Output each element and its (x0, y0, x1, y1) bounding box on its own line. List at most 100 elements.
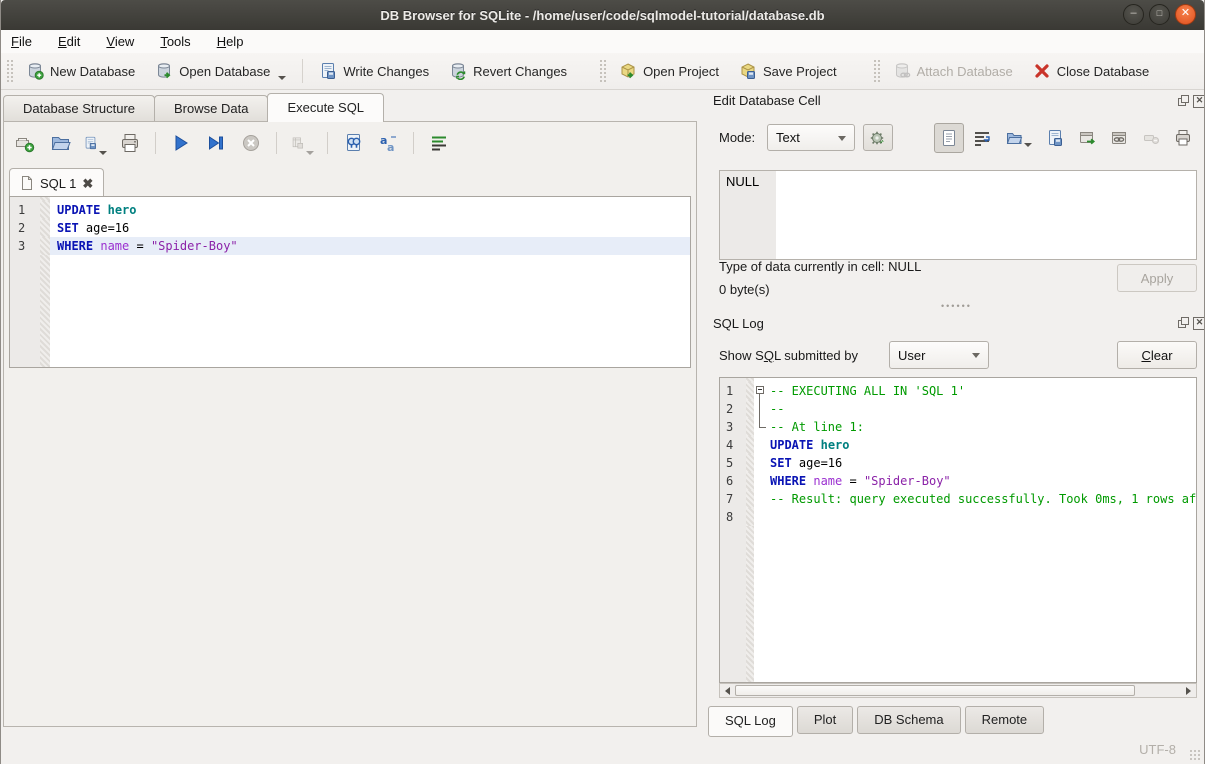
database-attach-icon (893, 62, 911, 80)
sql-log-filter-label: Show SQL submitted by (719, 348, 858, 363)
stop-icon[interactable] (239, 131, 263, 155)
attach-database-button[interactable]: Attach Database (883, 57, 1023, 85)
apply-settings-button[interactable] (863, 124, 893, 151)
close-tab-icon[interactable]: ✖ (82, 177, 93, 190)
sql-document-tab[interactable]: SQL 1 ✖ (9, 168, 104, 197)
tab-database-structure[interactable]: Database Structure (3, 95, 155, 122)
edit-cell-dock-title: Edit Database Cell (713, 93, 821, 108)
revert-changes-button[interactable]: Revert Changes (439, 57, 577, 85)
new-database-button[interactable]: New Database (16, 57, 145, 85)
dock-close-icon[interactable]: ✕ (1193, 317, 1205, 330)
find-replace-icon[interactable] (341, 131, 365, 155)
clear-log-button[interactable]: Clear (1117, 341, 1197, 369)
menu-help[interactable]: Help (217, 34, 244, 49)
text-view-toggle[interactable] (934, 123, 964, 153)
toolbar-separator (276, 132, 277, 154)
minimize-icon[interactable]: – (1123, 4, 1144, 25)
main-toolbar: New Database Open Database Write Changes… (1, 53, 1204, 90)
print-icon[interactable] (118, 131, 142, 155)
clear-cell-icon (1142, 129, 1160, 147)
project-save-icon (739, 62, 757, 80)
chevron-down-icon[interactable] (1024, 143, 1032, 147)
cell-value-editor[interactable]: NULL (719, 170, 1197, 260)
dock-splitter-handle[interactable]: •••••• (941, 303, 972, 309)
sql-log-hscrollbar[interactable] (719, 683, 1197, 698)
code-token: -- At line 1: (770, 420, 864, 434)
link-icon[interactable] (1110, 129, 1128, 147)
mode-select[interactable]: Text (767, 124, 855, 151)
maximize-icon[interactable]: □ (1149, 4, 1170, 25)
scroll-right-icon[interactable] (1181, 684, 1196, 697)
sql-editor[interactable]: 1UPDATE hero 2SET age=16 3WHERE name = "… (9, 196, 691, 368)
chevron-down-icon[interactable] (99, 151, 107, 155)
new-sql-tab-icon[interactable] (13, 131, 37, 155)
chevron-down-icon[interactable] (278, 76, 286, 80)
menu-edit[interactable]: Edit (58, 34, 80, 49)
import-file-icon[interactable] (1005, 129, 1032, 147)
open-project-label: Open Project (643, 64, 719, 79)
tab-remote[interactable]: Remote (965, 706, 1045, 734)
save-sql-file-icon[interactable] (83, 131, 107, 155)
menu-tools[interactable]: Tools (160, 34, 190, 49)
tab-sql-log[interactable]: SQL Log (708, 706, 793, 737)
sql-log-view[interactable]: 1-- EXECUTING ALL IN 'SQL 1' 2-- 3-- At … (719, 377, 1197, 683)
print-icon[interactable] (1174, 129, 1192, 147)
open-database-button[interactable]: Open Database (145, 57, 296, 85)
titlebar[interactable]: DB Browser for SQLite - /home/user/code/… (1, 0, 1204, 31)
db-browser-window: DB Browser for SQLite - /home/user/code/… (0, 0, 1205, 764)
apply-button[interactable]: Apply (1117, 264, 1197, 292)
code-token: hero (821, 438, 850, 452)
scroll-left-icon[interactable] (720, 684, 735, 697)
toolbar-grip[interactable] (873, 59, 880, 83)
revert-changes-label: Revert Changes (473, 64, 567, 79)
save-project-button[interactable]: Save Project (729, 57, 847, 85)
tab-execute-sql[interactable]: Execute SQL (267, 93, 384, 122)
word-wrap-icon[interactable] (427, 131, 451, 155)
line-number: 5 (720, 454, 746, 472)
menu-view[interactable]: View (106, 34, 134, 49)
resize-grip[interactable] (1189, 749, 1201, 761)
write-changes-button[interactable]: Write Changes (309, 57, 439, 85)
window-title: DB Browser for SQLite - /home/user/code/… (380, 8, 824, 23)
scrollbar-thumb[interactable] (735, 685, 1135, 696)
apply-settings-icon (869, 129, 887, 147)
code-line-current: 3WHERE name = "Spider-Boy" (10, 237, 690, 255)
close-database-button[interactable]: Close Database (1023, 57, 1160, 85)
open-sql-file-icon[interactable] (48, 131, 72, 155)
code-token: hero (108, 203, 137, 217)
code-token: age=16 (79, 221, 130, 235)
fold-collapse-icon[interactable] (754, 382, 770, 400)
tab-db-schema[interactable]: DB Schema (857, 706, 960, 734)
word-wrap-icon[interactable] (973, 129, 991, 147)
code-token: WHERE (57, 239, 93, 253)
toolbar-grip[interactable] (6, 59, 13, 83)
toolbar-grip[interactable] (599, 59, 606, 83)
text-view-icon (941, 129, 957, 147)
open-project-button[interactable]: Open Project (609, 57, 729, 85)
execute-current-line-icon[interactable] (204, 131, 228, 155)
log-line: 8 (720, 508, 1196, 526)
close-icon[interactable]: ✕ (1175, 4, 1196, 25)
menu-file[interactable]: File (11, 34, 32, 49)
sql-log-filter-value: User (898, 348, 925, 363)
sql-log-filter-select[interactable]: User (889, 341, 989, 369)
dock-close-icon[interactable]: ✕ (1193, 95, 1205, 108)
tab-browse-data[interactable]: Browse Data (154, 95, 268, 122)
dock-float-icon[interactable] (1178, 95, 1189, 106)
toolbar-separator (302, 59, 303, 83)
format-sql-icon[interactable]: aa (376, 131, 400, 155)
dock-float-icon[interactable] (1178, 317, 1189, 328)
code-token: WHERE (770, 474, 806, 488)
export-file-icon[interactable] (1046, 129, 1064, 147)
sql-log-dock-title: SQL Log (713, 316, 764, 331)
execute-all-icon[interactable] (169, 131, 193, 155)
chevron-down-icon (838, 136, 846, 141)
write-changes-label: Write Changes (343, 64, 429, 79)
mode-value: Text (776, 130, 800, 145)
export-window-icon[interactable] (1078, 129, 1096, 147)
toolbar-separator (155, 132, 156, 154)
code-token: = (842, 474, 864, 488)
tab-plot[interactable]: Plot (797, 706, 853, 734)
attach-database-label: Attach Database (917, 64, 1013, 79)
save-results-icon[interactable] (290, 131, 314, 155)
